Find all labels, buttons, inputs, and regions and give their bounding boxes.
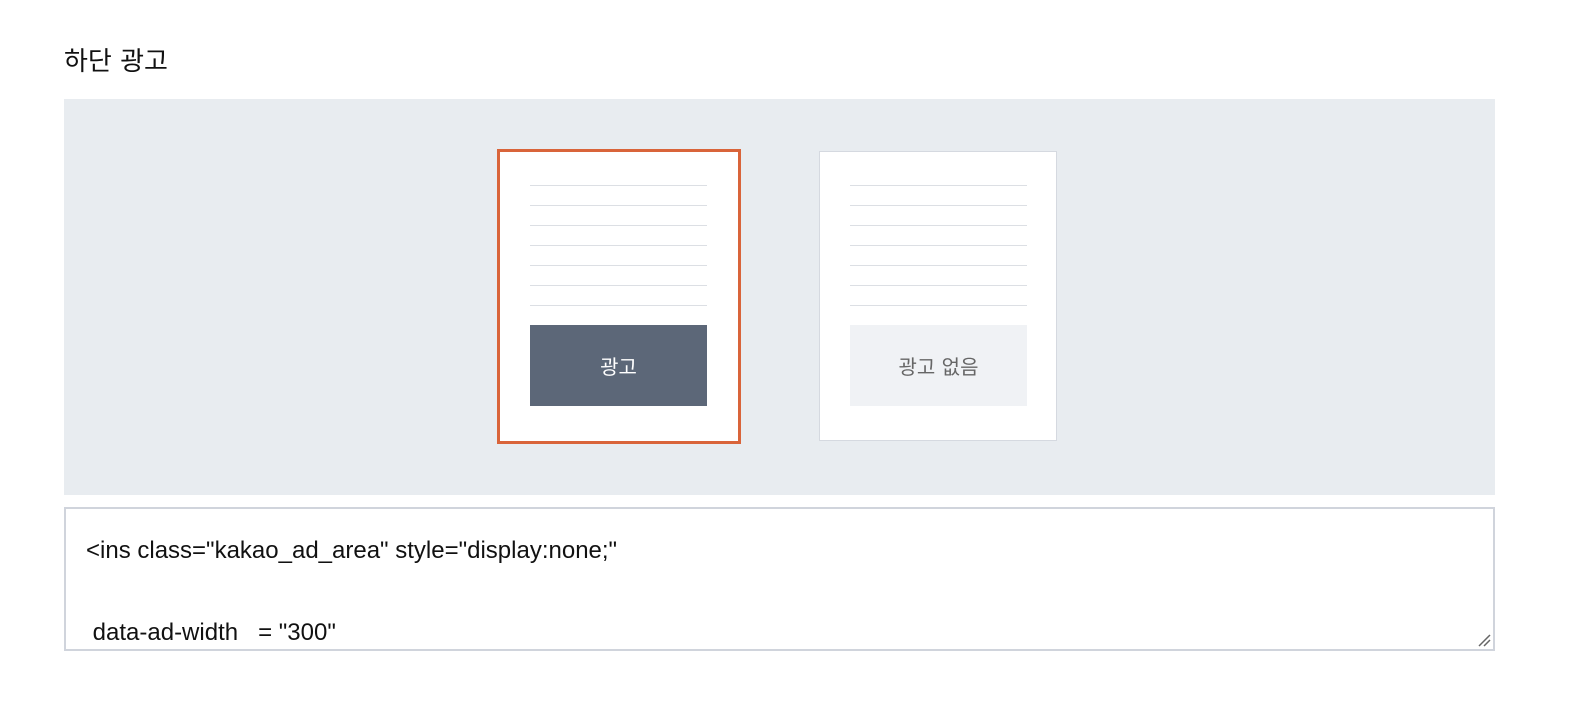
bottom-ad-settings: 하단 광고 광고 광고 없음 <ins class="kakao_ad_area…	[0, 0, 1578, 714]
code-line: <ins class="kakao_ad_area" style="displa…	[86, 537, 618, 564]
code-line: data-ad-width = "300"	[86, 619, 336, 646]
section-title: 하단 광고	[64, 47, 168, 77]
ad-option-no-ad[interactable]: 광고 없음	[819, 151, 1057, 441]
ad-block-label: 광고	[530, 325, 707, 406]
content-lines-placeholder	[850, 185, 1027, 325]
ad-option-panel: 광고 광고 없음	[64, 99, 1495, 495]
content-lines-placeholder	[530, 185, 707, 325]
ad-option-with-ad[interactable]: 광고	[497, 149, 741, 444]
resize-handle-icon[interactable]	[1477, 633, 1491, 647]
no-ad-block-label: 광고 없음	[850, 325, 1027, 406]
ad-code-textarea[interactable]: <ins class="kakao_ad_area" style="displa…	[64, 507, 1495, 651]
